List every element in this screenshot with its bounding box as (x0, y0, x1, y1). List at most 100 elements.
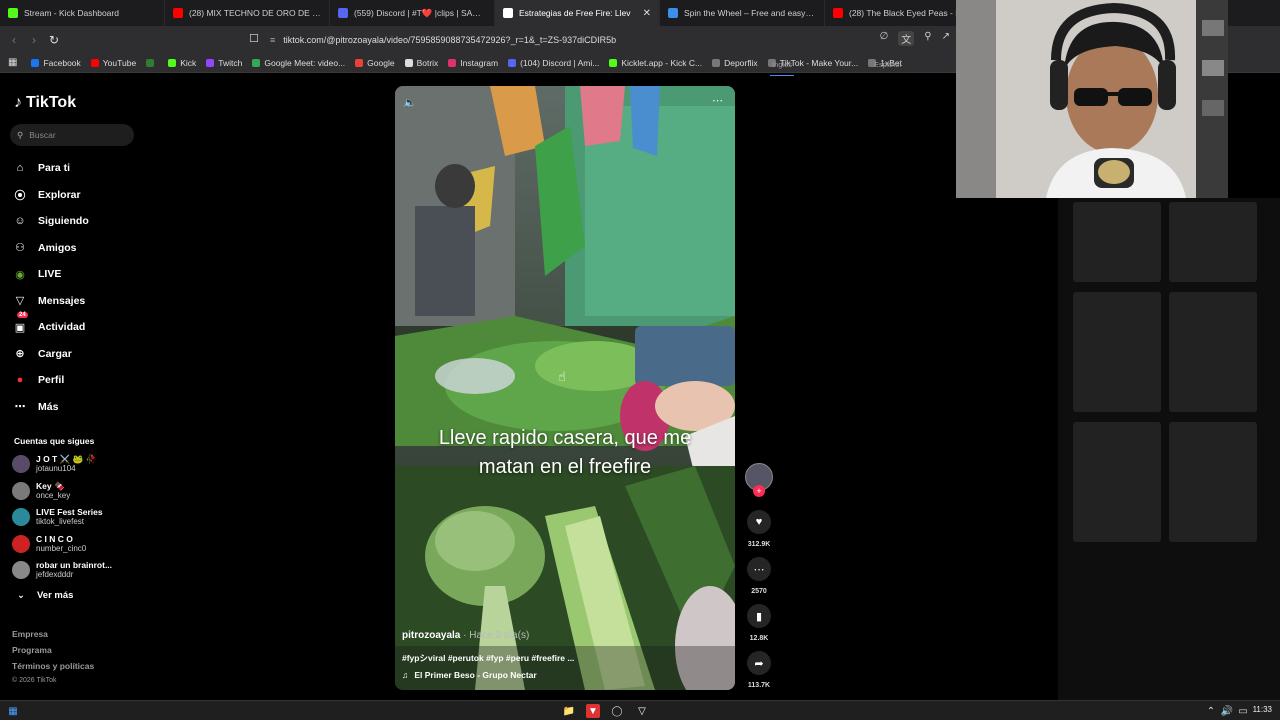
forward-icon[interactable]: › (24, 33, 44, 47)
video-music[interactable]: ♫ El Primer Beso - Grupo Nectar (402, 670, 537, 680)
clock[interactable]: 11:33 (1253, 705, 1272, 714)
bookmark-item[interactable]: Twitch (206, 58, 242, 68)
windows-start-icon[interactable]: ▦ (6, 704, 20, 718)
save-button[interactable]: ▮ (747, 604, 771, 628)
share-button[interactable]: ➦ (747, 651, 771, 675)
tab-title: Spin the Wheel – Free and easy-to-u (684, 8, 816, 18)
browser-tab[interactable]: Spin the Wheel – Free and easy-to-u (660, 0, 825, 26)
thumbnail-placeholder[interactable] (1073, 202, 1161, 282)
tab-title: (28) MIX TECHNO DE ORO DE 80's & (189, 8, 321, 18)
tiktok-logo[interactable]: ♪ TikTok (14, 94, 76, 112)
bookmark-item[interactable]: Botrix (404, 58, 438, 68)
browser-tab[interactable]: (559) Discord | #T❤️ |clips | SAPOLI (330, 0, 495, 26)
nav-item-live[interactable]: ◉ LIVE (12, 261, 142, 288)
share-count: 113.7K (747, 682, 771, 689)
volume-icon[interactable]: 🔊 (1220, 704, 1234, 718)
network-icon[interactable]: ▭ (1236, 704, 1250, 718)
chevron-down-icon: ⌄ (17, 590, 25, 601)
bookmark-icon[interactable]: ☐ (249, 32, 259, 45)
nav-item-para-ti[interactable]: ⌂ Para ti (12, 155, 142, 182)
account-name: C I N C O (36, 533, 73, 544)
followed-account[interactable]: Key 🍫 once_key (12, 481, 70, 501)
like-button[interactable]: ♥ (747, 510, 771, 534)
nav-item-actividad[interactable]: ▣ 24 Actividad (12, 312, 142, 341)
nav-item-explorar[interactable]: ⦿ Explorar (12, 182, 142, 209)
bookmark-item[interactable]: Deporflix (712, 58, 758, 68)
back-icon[interactable]: ‹ (4, 33, 24, 47)
apps-grid-icon[interactable]: ▦ (8, 57, 17, 68)
bookmark-label: Google Meet: video... (264, 57, 346, 68)
bookmark-favicon-icon (448, 58, 457, 67)
site-settings-icon[interactable]: ≡ (270, 35, 275, 45)
browser-tab[interactable]: Stream - Kick Dashboard (0, 0, 165, 26)
followed-account[interactable]: robar un brainrot... jefdexdddr (12, 560, 112, 580)
file-explorer-icon[interactable]: 📁 (562, 704, 576, 718)
browser-tab[interactable]: (28) MIX TECHNO DE ORO DE 80's & (165, 0, 330, 26)
video-hashtags[interactable]: #fypシviral #perutok #fyp #peru #freefire… (402, 652, 574, 664)
brave-browser-icon[interactable]: ▼ (586, 704, 600, 718)
thumbnail-placeholder[interactable] (1073, 292, 1161, 412)
followed-account[interactable]: LIVE Fest Series tiktok_livefest (12, 507, 103, 527)
tab-favicon-icon (833, 8, 843, 18)
nav-item-perfil[interactable]: ● Perfil (12, 367, 142, 394)
bookmark-item[interactable]: YouTube (90, 58, 136, 68)
bookmark-item[interactable]: Instagram (448, 58, 498, 68)
video-author[interactable]: pitrozoayala · Hace 3 día(s) (402, 630, 529, 641)
translate-to-language[interactable]: Español (874, 60, 901, 76)
followed-account[interactable]: C I N C Onumber_cinc0 (12, 534, 86, 554)
video-player[interactable]: 🔈 ⋯ Lleve rapido casera, que me matan en… (395, 86, 735, 690)
music-title[interactable]: El Primer Beso - Grupo Nectar (414, 670, 536, 680)
nav-item-m-s[interactable]: ⋯ Más (12, 394, 142, 421)
bookmark-item[interactable]: Google Meet: video... (252, 58, 345, 68)
footer-programa[interactable]: Programa (12, 645, 52, 655)
mute-icon[interactable]: 🔈 (403, 96, 417, 109)
browser-tab[interactable]: Estrategias de Free Fire: Llev ✕ (495, 0, 660, 26)
close-tab-icon[interactable]: ✕ (643, 8, 651, 19)
more-options-icon[interactable]: ⋯ (712, 94, 723, 107)
follow-plus-icon[interactable]: + (753, 485, 765, 497)
translate-icon[interactable]: 文 (898, 31, 915, 46)
account-handle: jotaunu104 (36, 464, 76, 473)
share-icon[interactable]: ↗ (942, 31, 950, 46)
bookmark-item[interactable]: Google (355, 58, 395, 68)
video-frame (395, 86, 735, 690)
comment-button[interactable]: ⋯ (747, 557, 771, 581)
account-handle: tiktok_livefest (36, 517, 85, 526)
translate-from-language[interactable]: Inglés (770, 60, 795, 76)
obs-icon[interactable]: ◯ (610, 704, 624, 718)
thumbnail-placeholder[interactable] (1169, 202, 1257, 282)
bookmark-item[interactable]: Kick (168, 58, 196, 68)
app-icon[interactable]: ▽ (635, 704, 649, 718)
bookmark-item[interactable]: Kicklet.app - Kick C... (609, 58, 702, 68)
see-more-button[interactable]: ⌄ Ver más (17, 590, 73, 601)
search-input[interactable]: ⚲ Buscar (10, 124, 134, 146)
bookmark-label: (104) Discord | Ami... (520, 57, 600, 68)
author-handle[interactable]: pitrozoayala (402, 630, 460, 641)
chevron-up-icon[interactable]: ⌃ (1204, 704, 1218, 718)
url-field[interactable]: ≡ tiktok.com/@pitrozoayala/video/7595859… (270, 31, 956, 48)
nav-item-mensajes[interactable]: ▽ Mensajes (12, 288, 142, 315)
footer-terms[interactable]: Términos y políticas (12, 661, 94, 671)
heart-icon: ♥ (755, 516, 763, 528)
nav-item-amigos[interactable]: ⚇ Amigos (12, 235, 142, 262)
footer-empresa[interactable]: Empresa (12, 629, 48, 639)
more-icon: ⋯ (14, 401, 26, 414)
bookmark-item[interactable]: (104) Discord | Ami... (508, 58, 599, 68)
thumbnail-placeholder[interactable] (1169, 422, 1257, 542)
nav-item-cargar[interactable]: ⊕ Cargar (12, 341, 142, 368)
followed-account[interactable]: J O T ⚔️ 🐸 🥀 jotaunu104 (12, 454, 96, 474)
bookmark-item[interactable]: Facebook (31, 58, 81, 68)
nav-item-siguiendo[interactable]: ☺ Siguiendo (12, 208, 142, 235)
nav-item-label: Siguiendo (38, 215, 89, 228)
thumbnail-placeholder[interactable] (1169, 292, 1257, 412)
thumbnail-placeholder[interactable] (1073, 422, 1161, 542)
reload-icon[interactable]: ↻ (44, 33, 64, 47)
bookmark-item[interactable] (146, 58, 158, 67)
zoom-icon[interactable]: ⚲ (924, 31, 931, 46)
translate-off-icon[interactable]: ∅ (880, 31, 889, 46)
bookmark-favicon-icon (206, 58, 215, 67)
avatar (12, 534, 30, 553)
nav-item-label: Actividad (38, 321, 86, 334)
explore-icon: ⦿ (14, 189, 26, 202)
url-text[interactable]: tiktok.com/@pitrozoayala/video/759585908… (283, 35, 616, 45)
